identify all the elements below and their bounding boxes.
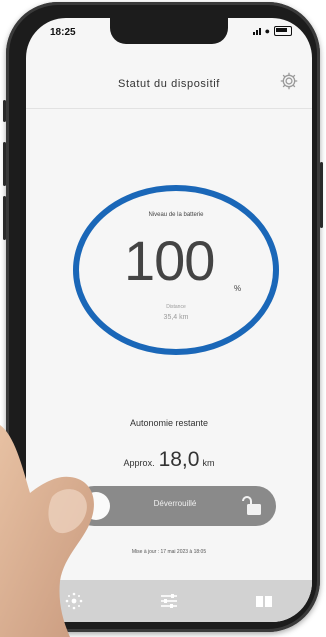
tab-manual[interactable] bbox=[251, 588, 277, 614]
range-value: 18,0 bbox=[158, 448, 200, 471]
battery-percent-unit: % bbox=[234, 284, 242, 293]
app-header: Statut du dispositif bbox=[26, 72, 312, 100]
signal-icon bbox=[252, 27, 261, 35]
distance-label: Distance bbox=[166, 304, 186, 310]
battery-gauge: Niveau de la batterie 100 % Distance 35,… bbox=[72, 184, 280, 356]
range-unit: km bbox=[202, 458, 215, 468]
sliders-icon bbox=[160, 594, 177, 608]
distance-value: 35,4 km bbox=[163, 314, 189, 321]
hand-image bbox=[0, 425, 94, 637]
volume-down-button bbox=[3, 196, 6, 240]
header-divider bbox=[26, 108, 312, 109]
silent-switch bbox=[3, 100, 6, 122]
status-time: 18:25 bbox=[50, 27, 76, 38]
power-button bbox=[320, 162, 323, 228]
volume-up-button bbox=[3, 142, 6, 186]
wifi-icon: ● bbox=[264, 25, 270, 36]
gear-icon[interactable] bbox=[278, 70, 300, 92]
tab-settings[interactable] bbox=[156, 588, 182, 614]
notch bbox=[110, 18, 228, 44]
status-icons: ● bbox=[252, 25, 292, 36]
battery-icon bbox=[274, 26, 292, 36]
unlock-icon bbox=[242, 496, 261, 515]
battery-caption: Niveau de la batterie bbox=[148, 212, 204, 218]
book-icon bbox=[256, 596, 273, 607]
page-title: Statut du dispositif bbox=[118, 78, 220, 90]
battery-percent: 100 bbox=[124, 229, 215, 292]
